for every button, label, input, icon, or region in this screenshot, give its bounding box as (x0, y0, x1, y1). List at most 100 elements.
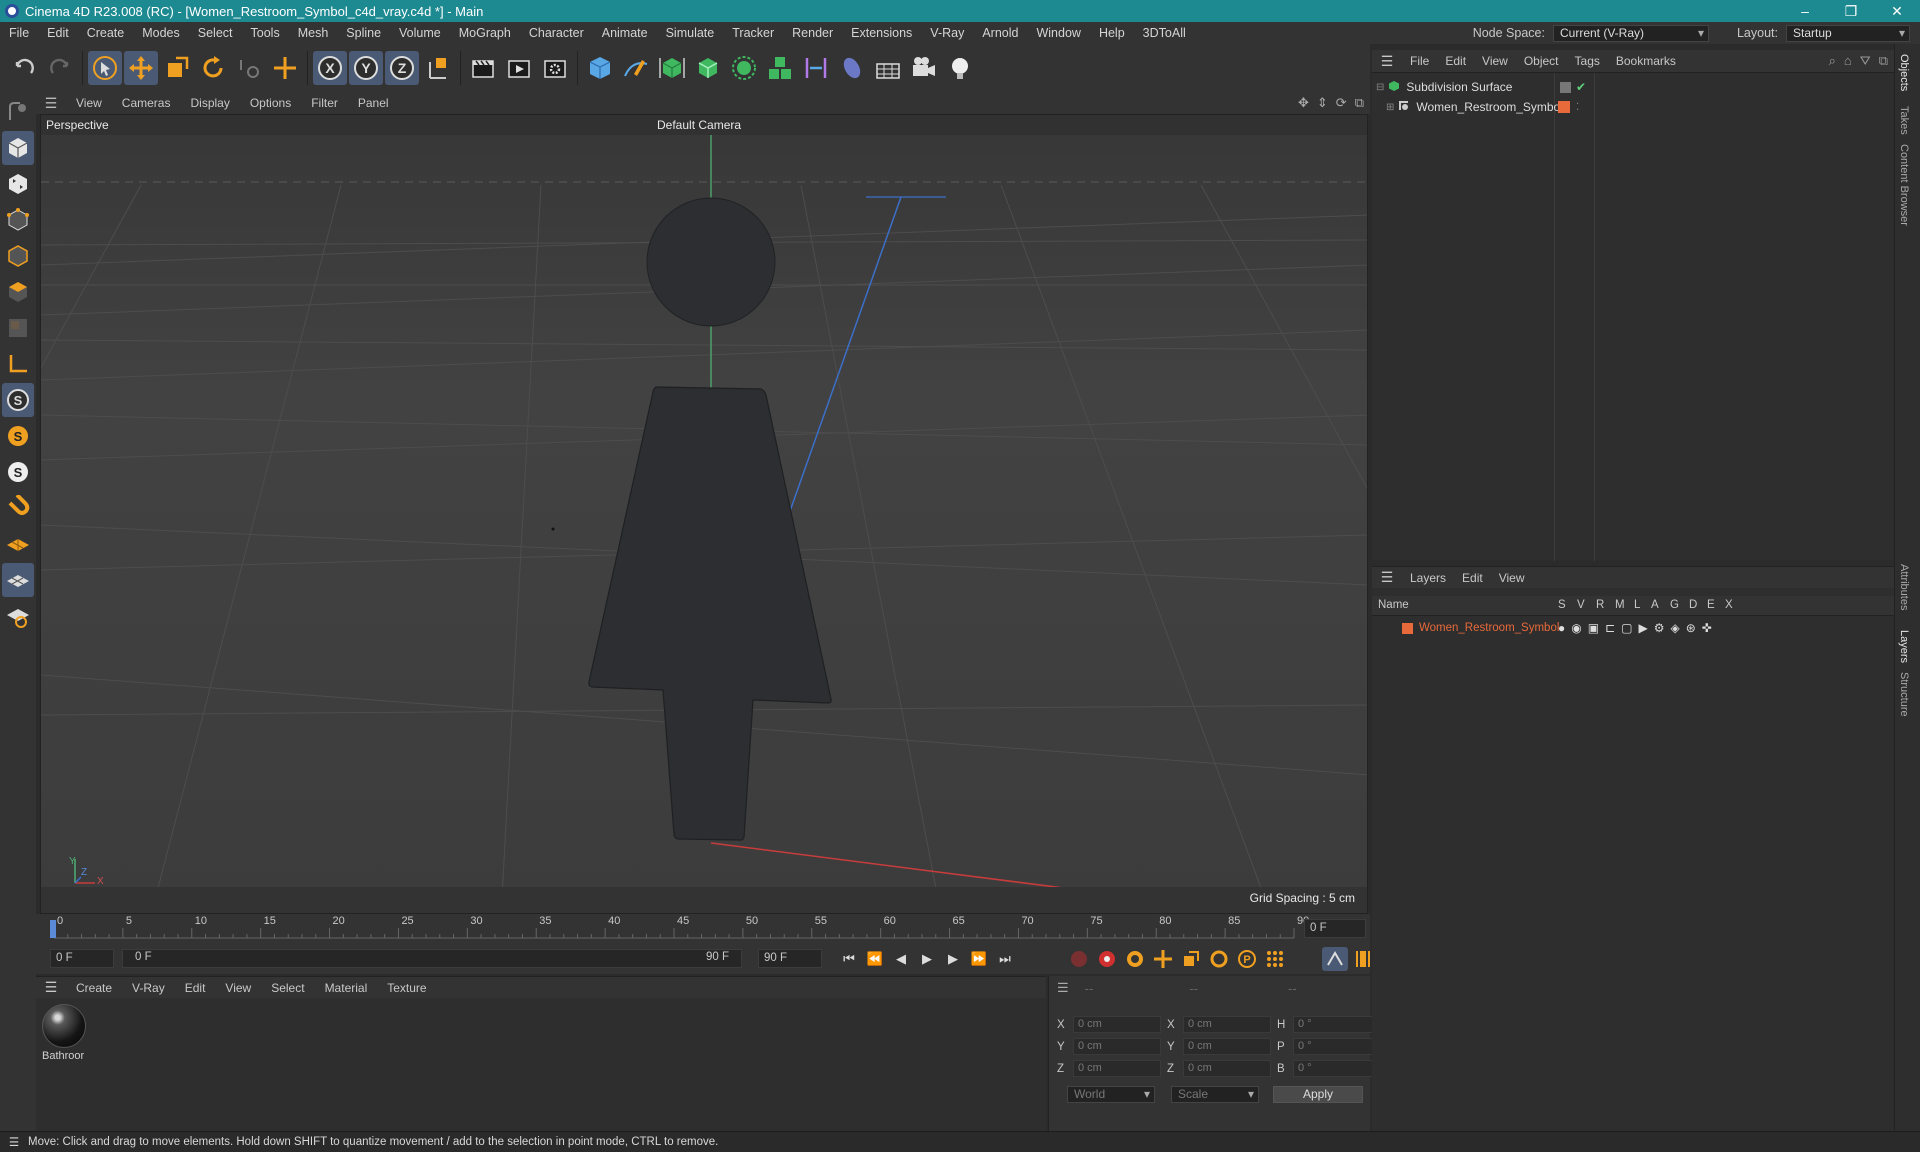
object-menu-tags[interactable]: Tags (1567, 54, 1608, 68)
workplane-icon[interactable] (2, 527, 34, 561)
light-object-icon[interactable] (943, 51, 977, 85)
tab-objects[interactable]: Objects (1898, 54, 1910, 91)
key-scale-icon[interactable] (1178, 947, 1204, 971)
goto-end-icon[interactable]: ⏭ (992, 947, 1018, 971)
coordinate-system-icon[interactable] (421, 51, 455, 85)
x-axis-lock-icon[interactable]: X (313, 51, 347, 85)
menu-render[interactable]: Render (783, 26, 842, 40)
expand-toggle-icon[interactable]: ⊟ (1376, 82, 1384, 93)
y-axis-lock-icon[interactable]: Y (349, 51, 383, 85)
goto-start-icon[interactable]: ⏮ (836, 947, 862, 971)
material-menu-texture[interactable]: Texture (377, 981, 436, 995)
perspective-viewport[interactable]: Perspective Default Camera Y Z X Grid Sp… (40, 114, 1368, 914)
key-rotation-icon[interactable] (1206, 947, 1232, 971)
subdivision-surface-icon[interactable] (655, 51, 689, 85)
status-hamburger-icon[interactable]: ☰ (0, 1135, 28, 1149)
menu-file[interactable]: File (0, 26, 38, 40)
menu-character[interactable]: Character (520, 26, 593, 40)
cube-object-icon[interactable] (583, 51, 617, 85)
snapping-magnet-icon[interactable] (2, 491, 34, 525)
menu-arnold[interactable]: Arnold (973, 26, 1027, 40)
layer-view-icon[interactable]: ◉ (1571, 621, 1581, 635)
viewport-maximize-icon[interactable]: ⧉ (1355, 95, 1364, 111)
record-active-icon[interactable] (1066, 947, 1092, 971)
autokey-icon[interactable] (1094, 947, 1120, 971)
layer-color-swatch[interactable] (1402, 622, 1413, 634)
coord-pos-y-field[interactable]: 0 cm (1073, 1038, 1161, 1055)
current-frame-field[interactable]: 0 F (1304, 919, 1366, 938)
maximize-button[interactable]: ❐ (1828, 0, 1874, 22)
coord-mode-dropdown[interactable]: Scale (1171, 1086, 1259, 1103)
menu-select[interactable]: Select (189, 26, 242, 40)
layer-hamburger-icon[interactable]: ☰ (1372, 569, 1402, 586)
make-editable-icon[interactable] (2, 95, 34, 129)
render-view-icon[interactable] (466, 51, 500, 85)
start-frame-field[interactable]: 0 F (50, 949, 114, 968)
material-menu-vray[interactable]: V-Ray (122, 981, 175, 995)
solo-mode-icon[interactable]: S (2, 383, 34, 417)
layer-animation-icon[interactable]: ▶ (1638, 621, 1647, 635)
object-filter-icon[interactable]: ⛛ (1860, 53, 1871, 69)
layer-row[interactable]: Women_Restroom_Symbol ● ◉ ▣ ⊏ ▢ ▶ ⚙ ◈ ⊛ … (1372, 618, 1894, 638)
menu-create[interactable]: Create (78, 26, 134, 40)
end-frame-field[interactable]: 90 F (758, 949, 822, 968)
material-menu-create[interactable]: Create (66, 981, 122, 995)
menu-tracker[interactable]: Tracker (723, 26, 783, 40)
extrude-generator-icon[interactable] (691, 51, 725, 85)
prev-frame-icon[interactable]: ◀ (888, 947, 914, 971)
axis-mode-icon[interactable] (2, 347, 34, 381)
material-hamburger-icon[interactable]: ☰ (36, 979, 66, 996)
object-row-women-restroom-symbol[interactable]: ⊞ Women_Restroom_Symbol ⁚ (1372, 97, 1894, 117)
coord-space-dropdown[interactable]: World (1067, 1086, 1155, 1103)
live-selection-icon[interactable] (88, 51, 122, 85)
object-hamburger-icon[interactable]: ☰ (1372, 53, 1402, 70)
layer-solo-icon[interactable]: ● (1558, 621, 1565, 635)
recent-tools-icon[interactable] (232, 51, 266, 85)
workplane-grid-icon[interactable] (2, 563, 34, 597)
field-icon[interactable] (835, 51, 869, 85)
locked-workplane-icon[interactable] (2, 599, 34, 633)
pen-spline-icon[interactable] (619, 51, 653, 85)
layer-expressions-icon[interactable]: ⊛ (1686, 621, 1696, 635)
key-parameter-icon[interactable]: P (1234, 947, 1260, 971)
object-search-icon[interactable]: ⌕ (1829, 53, 1836, 69)
menu-extensions[interactable]: Extensions (842, 26, 921, 40)
node-space-dropdown[interactable]: Current (V-Ray) (1552, 24, 1709, 42)
object-menu-view[interactable]: View (1474, 54, 1516, 68)
frame-range-slider[interactable]: 0 F 90 F (122, 949, 742, 968)
object-menu-object[interactable]: Object (1516, 54, 1567, 68)
model-mode-icon[interactable] (2, 131, 34, 165)
layer-menu-edit[interactable]: Edit (1454, 571, 1491, 585)
menu-animate[interactable]: Animate (593, 26, 657, 40)
tab-content-browser[interactable]: Content Browser (1898, 144, 1910, 226)
editor-visibility-icon[interactable] (1560, 81, 1571, 93)
key-point-level-icon[interactable] (1262, 947, 1288, 971)
render-settings-icon[interactable] (538, 51, 572, 85)
object-name[interactable]: Subdivision Surface (1406, 80, 1512, 94)
viewport-menu-panel[interactable]: Panel (348, 96, 399, 110)
material-swatch[interactable] (42, 1004, 86, 1048)
close-button[interactable]: ✕ (1874, 0, 1920, 22)
redo-button[interactable] (43, 51, 77, 85)
object-home-icon[interactable]: ⌂ (1844, 53, 1852, 69)
enabled-check-icon[interactable]: ✔ (1576, 80, 1586, 94)
z-axis-lock-icon[interactable]: Z (385, 51, 419, 85)
undo-button[interactable] (7, 51, 41, 85)
menu-vray[interactable]: V-Ray (921, 26, 973, 40)
viewport-menu-cameras[interactable]: Cameras (112, 96, 181, 110)
layer-name[interactable]: Women_Restroom_Symbol (1419, 622, 1559, 634)
mograph-cloner-icon[interactable] (763, 51, 797, 85)
viewport-camera-label[interactable]: Default Camera (657, 118, 741, 132)
material-menu-select[interactable]: Select (261, 981, 314, 995)
coord-size-x-field[interactable]: 0 cm (1183, 1016, 1271, 1033)
timeline-ruler[interactable]: 051015202530354045505560657075808590 0 F (36, 914, 1370, 944)
viewport-menu-filter[interactable]: Filter (301, 96, 348, 110)
expand-toggle-icon[interactable]: ⊞ (1386, 102, 1394, 113)
menu-simulate[interactable]: Simulate (657, 26, 724, 40)
material-name[interactable]: Bathroor (42, 1050, 86, 1062)
coord-pos-z-field[interactable]: 0 cm (1073, 1060, 1161, 1077)
menu-3dtoall[interactable]: 3DToAll (1134, 26, 1195, 40)
tab-structure[interactable]: Structure (1898, 672, 1910, 717)
layer-render-icon[interactable]: ▣ (1588, 621, 1599, 635)
point-mode-icon[interactable] (2, 203, 34, 237)
